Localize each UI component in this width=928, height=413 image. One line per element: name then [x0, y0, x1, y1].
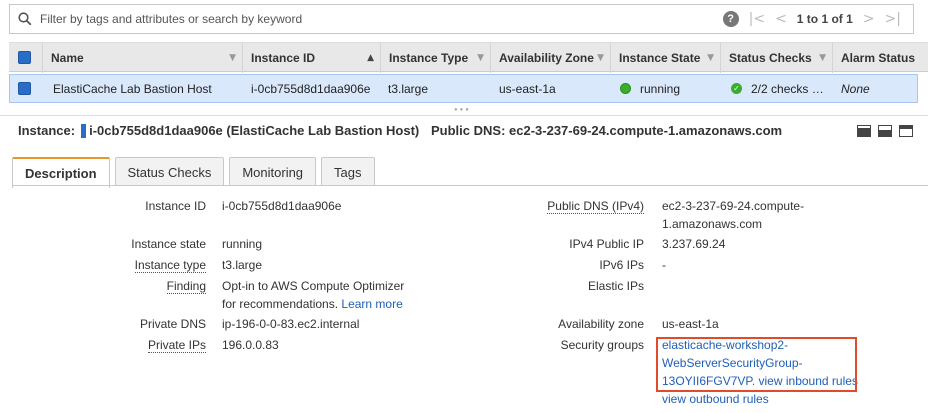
column-status-checks[interactable]: Status Checks ▼ [720, 43, 832, 73]
running-status-icon [620, 83, 631, 94]
tab-description[interactable]: Description [12, 157, 110, 188]
sort-icon: ▼ [477, 53, 484, 63]
public-dns-heading: Public DNS: ec2-3-237-69-24.compute-1.am… [431, 123, 783, 138]
label-instance-state: Instance state [131, 237, 206, 251]
label-public-dns-ipv4: Public DNS (IPv4) [547, 199, 644, 214]
sort-asc-icon: ▲ [367, 53, 374, 63]
pagination-text: 1 to 1 of 1 [796, 12, 853, 26]
value-ipv6-ips: - [662, 258, 666, 272]
label-instance-type: Instance type [134, 258, 206, 273]
column-instance-state[interactable]: Instance State ▼ [610, 43, 720, 73]
instance-color-marker [81, 123, 87, 138]
cell-instance-id: i-0cb755d8d1daa906e [251, 81, 371, 96]
value-instance-id: i-0cb755d8d1daa906e [222, 199, 342, 213]
sort-icon: ▼ [819, 53, 826, 63]
label-availability-zone: Availability zone [558, 317, 644, 331]
value-private-ips: 196.0.0.83 [222, 338, 279, 352]
instance-heading: Instance: i-0cb755d8d1daa906e (ElastiCac… [18, 123, 420, 138]
cell-alarm-status: None [841, 81, 870, 96]
column-instance-id[interactable]: Instance ID ▲ [242, 43, 380, 73]
last-page-icon[interactable]: >| [885, 11, 901, 27]
sort-icon: ▼ [707, 53, 714, 63]
layout-toggle [857, 125, 913, 137]
label-elastic-ips: Elastic IPs [587, 279, 644, 293]
view-outbound-rules-link[interactable]: view outbound rules [662, 390, 862, 408]
label-ipv6-ips: IPv6 IPs [599, 258, 644, 272]
first-page-icon[interactable]: |< [749, 11, 765, 27]
label-private-ips: Private IPs [147, 338, 206, 353]
column-availability-zone[interactable]: Availability Zone ▼ [490, 43, 610, 73]
label-security-groups: Security groups [560, 338, 644, 352]
tab-monitoring[interactable]: Monitoring [229, 157, 317, 186]
value-availability-zone: us-east-1a [662, 317, 719, 331]
filter-bar: ? |< < 1 to 1 of 1 > >| [9, 4, 914, 34]
label-instance-id: Instance ID [145, 199, 206, 213]
cell-status-checks: ✓ 2/2 checks … [731, 75, 824, 102]
label-ipv4-public-ip: IPv4 Public IP [569, 237, 644, 251]
cell-instance-state: running [620, 75, 680, 102]
value-instance-type: t3.large [222, 258, 263, 272]
tab-status-checks[interactable]: Status Checks [114, 157, 225, 186]
layout-split-icon[interactable] [878, 125, 892, 137]
tab-divider [12, 185, 928, 186]
drag-handle-icon[interactable]: ●●● [454, 107, 471, 113]
label-private-dns: Private DNS [139, 317, 206, 331]
detail-tabs: Description Status Checks Monitoring Tag… [12, 157, 380, 188]
value-instance-state: running [222, 237, 263, 251]
table-row[interactable]: ElastiCache Lab Bastion Host i-0cb755d8d… [9, 74, 918, 103]
search-icon [10, 5, 40, 33]
select-all-checkbox[interactable] [18, 51, 31, 64]
label-finding: Finding [166, 279, 206, 294]
value-finding: Opt-in to AWS Compute Optimizer for reco… [222, 279, 405, 311]
table-header: Name ▼ Instance ID ▲ Instance Type ▼ Availa… [9, 42, 928, 73]
value-private-dns: ip-196-0-0-83.ec2.internal [222, 317, 360, 331]
column-alarm-status[interactable]: Alarm Status [832, 43, 928, 73]
pane-splitter[interactable]: ●●● [0, 104, 928, 116]
sort-icon: ▼ [597, 53, 604, 63]
check-icon: ✓ [731, 83, 742, 94]
layout-top-icon[interactable] [899, 125, 913, 137]
column-instance-type[interactable]: Instance Type ▼ [380, 43, 490, 73]
value-public-dns-ipv4: ec2-3-237-69-24.compute- 1.amazonaws.com [662, 199, 805, 231]
value-ipv4-public-ip: 3.237.69.24 [662, 237, 726, 251]
sort-icon: ▼ [229, 53, 236, 63]
security-group-highlight [656, 337, 857, 392]
prev-page-icon[interactable]: < [775, 11, 787, 27]
row-checkbox[interactable] [18, 82, 31, 95]
cell-availability-zone: us-east-1a [499, 81, 556, 96]
layout-bottom-icon[interactable] [857, 125, 871, 137]
cell-name: ElastiCache Lab Bastion Host [53, 81, 212, 96]
learn-more-link[interactable]: Learn more [341, 297, 402, 311]
column-name[interactable]: Name ▼ [42, 43, 242, 73]
cell-instance-type: t3.large [388, 81, 429, 96]
next-page-icon[interactable]: > [863, 11, 875, 27]
tab-tags[interactable]: Tags [321, 157, 375, 186]
help-icon[interactable]: ? [722, 11, 739, 27]
